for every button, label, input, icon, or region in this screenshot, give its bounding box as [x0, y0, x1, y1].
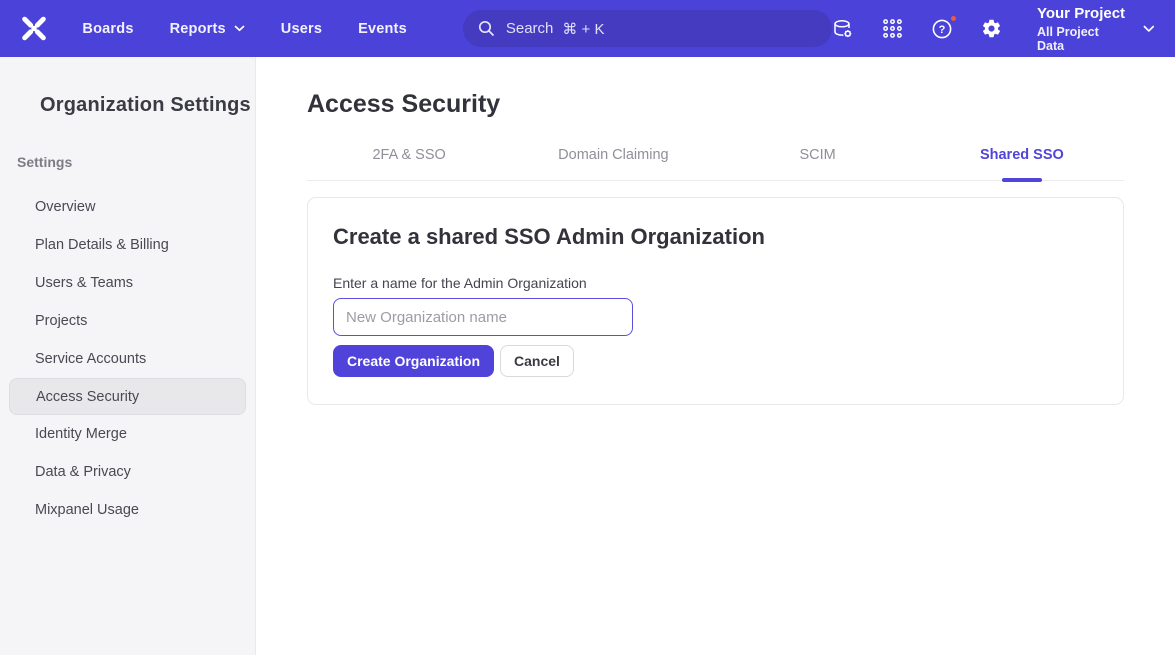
project-name: Your Project [1037, 5, 1126, 22]
navbar-right-group: ? Your Project All Project Data [832, 5, 1155, 53]
tab-bar: 2FA & SSO Domain Claiming SCIM Shared SS… [307, 147, 1124, 181]
primary-nav: Boards Reports Users Events [82, 21, 406, 37]
svg-text:?: ? [939, 24, 946, 36]
top-navbar: Boards Reports Users Events Search ⌘ + K [0, 0, 1175, 57]
settings-gear-icon[interactable] [980, 17, 1003, 41]
sidebar-item-plan-details-billing[interactable]: Plan Details & Billing [0, 226, 255, 264]
apps-grid-icon[interactable] [881, 17, 904, 41]
search-placeholder: Search ⌘ + K [506, 20, 605, 38]
sidebar-section-label: Settings [17, 154, 255, 170]
sidebar-item-projects[interactable]: Projects [0, 302, 255, 340]
sidebar-item-service-accounts[interactable]: Service Accounts [0, 340, 255, 378]
search-icon [478, 20, 495, 37]
organization-name-input[interactable] [333, 298, 633, 336]
nav-item-label: Boards [82, 21, 133, 37]
organization-name-label: Enter a name for the Admin Organization [333, 275, 1098, 291]
mixpanel-logo[interactable] [18, 14, 49, 44]
tab-scim[interactable]: SCIM [716, 147, 920, 180]
global-search-input[interactable]: Search ⌘ + K [463, 10, 832, 47]
create-organization-button[interactable]: Create Organization [333, 345, 494, 377]
mixpanel-logo-icon [19, 15, 49, 42]
tab-domain-claiming[interactable]: Domain Claiming [511, 147, 715, 180]
nav-item-label: Users [281, 21, 322, 37]
notification-badge [949, 14, 958, 23]
nav-item-label: Reports [170, 21, 226, 37]
create-shared-sso-card: Create a shared SSO Admin Organization E… [307, 197, 1124, 405]
sidebar-item-data-privacy[interactable]: Data & Privacy [0, 453, 255, 491]
nav-item-users[interactable]: Users [281, 21, 322, 37]
card-actions: Create Organization Cancel [333, 345, 1098, 377]
sidebar-item-access-security[interactable]: Access Security [9, 378, 246, 415]
active-tab-indicator [1002, 178, 1042, 182]
project-scope: All Project Data [1037, 25, 1126, 53]
nav-item-label: Events [358, 21, 407, 37]
tab-label: Shared SSO [980, 147, 1064, 163]
chevron-down-icon [234, 25, 245, 32]
sidebar-nav: Overview Plan Details & Billing Users & … [0, 188, 255, 529]
nav-item-events[interactable]: Events [358, 21, 407, 37]
tab-2fa-sso[interactable]: 2FA & SSO [307, 147, 511, 180]
sidebar-item-overview[interactable]: Overview [0, 188, 255, 226]
chevron-down-icon [1143, 25, 1155, 33]
nav-item-reports[interactable]: Reports [170, 21, 245, 37]
page-title: Access Security [307, 90, 1124, 119]
cancel-button[interactable]: Cancel [500, 345, 574, 377]
sidebar-item-identity-merge[interactable]: Identity Merge [0, 415, 255, 453]
sidebar-item-mixpanel-usage[interactable]: Mixpanel Usage [0, 491, 255, 529]
help-icon[interactable]: ? [930, 17, 953, 41]
card-title: Create a shared SSO Admin Organization [333, 224, 1098, 250]
data-settings-icon[interactable] [832, 17, 855, 41]
main-content: Access Security 2FA & SSO Domain Claimin… [256, 0, 1175, 405]
tab-shared-sso[interactable]: Shared SSO [920, 147, 1124, 180]
nav-item-boards[interactable]: Boards [82, 21, 133, 37]
project-selector[interactable]: Your Project All Project Data [1037, 5, 1155, 53]
settings-sidebar: Organization Settings Settings Overview … [0, 57, 256, 655]
sidebar-item-users-teams[interactable]: Users & Teams [0, 264, 255, 302]
sidebar-title: Organization Settings [40, 94, 255, 117]
